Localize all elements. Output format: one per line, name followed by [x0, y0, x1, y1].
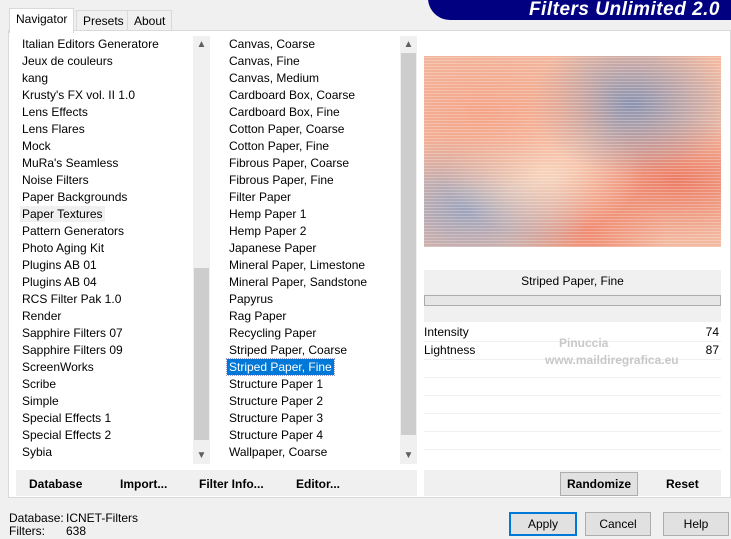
list-item[interactable]: Render [20, 308, 63, 324]
watermark: Pinuccia www.maildiregrafica.eu [545, 336, 679, 367]
list-item[interactable]: Hemp Paper 1 [227, 206, 308, 222]
list-item[interactable]: Lens Flares [20, 121, 87, 137]
help-button[interactable]: Help [663, 512, 729, 536]
filter-scrollbar[interactable]: ▲ ▼ [400, 36, 417, 464]
list-item[interactable]: Cotton Paper, Fine [227, 138, 331, 154]
list-item[interactable]: ScreenWorks [20, 359, 96, 375]
list-item[interactable]: Papyrus [227, 291, 275, 307]
list-item[interactable]: Structure Paper 1 [227, 376, 325, 392]
preview-image [424, 56, 721, 247]
list-item[interactable]: Canvas, Fine [227, 53, 302, 69]
database-value: ICNET-Filters [66, 511, 138, 525]
params-toolbar: Randomize Reset [424, 470, 721, 496]
status-info: Database: ICNET-Filters Filters: 638 [9, 512, 138, 538]
list-item[interactable]: Japanese Paper [227, 240, 318, 256]
list-item[interactable]: MuRa's Seamless [20, 155, 120, 171]
list-item[interactable]: Special Effects 1 [20, 410, 113, 426]
list-item[interactable]: Paper Textures [20, 206, 105, 222]
database-button[interactable]: Database [29, 477, 82, 491]
tab-presets[interactable]: Presets [76, 10, 131, 31]
list-item[interactable]: Pattern Generators [20, 223, 126, 239]
scrollbar-thumb[interactable] [194, 268, 209, 440]
nav-toolbar: Database Import... Filter Info... Editor… [16, 470, 417, 496]
list-item[interactable]: Simple [20, 393, 61, 409]
list-item[interactable]: Jeux de couleurs [20, 53, 115, 69]
list-item[interactable]: Photo Aging Kit [20, 240, 106, 256]
category-scrollbar[interactable]: ▲ ▼ [193, 36, 210, 464]
list-item[interactable]: Structure Paper 3 [227, 410, 325, 426]
scrollbar-thumb[interactable] [401, 53, 416, 435]
filters-count: 638 [66, 524, 87, 538]
param-value: 87 [705, 343, 719, 357]
list-item[interactable]: Sapphire Filters 09 [20, 342, 125, 358]
list-item[interactable]: Paper Backgrounds [20, 189, 129, 205]
list-item[interactable]: Special Effects 2 [20, 427, 113, 443]
list-item[interactable]: Structure Paper 4 [227, 427, 325, 443]
list-item[interactable]: Sybia [20, 444, 54, 460]
list-item[interactable]: Striped Paper, Coarse [227, 342, 349, 358]
list-item[interactable]: Cardboard Box, Fine [227, 104, 342, 120]
list-item[interactable]: Wallpaper, Coarse [227, 444, 329, 460]
list-item[interactable]: Lens Effects [20, 104, 90, 120]
param-label: Intensity [424, 325, 469, 339]
filter-info-area: Striped Paper, Fine [424, 270, 721, 322]
list-item[interactable]: RCS Filter Pak 1.0 [20, 291, 123, 307]
apply-button[interactable]: Apply [509, 512, 577, 536]
list-item[interactable]: Plugins AB 04 [20, 274, 99, 290]
category-list[interactable]: Italian Editors Generatore Jeux de couleu… [16, 36, 193, 464]
list-item[interactable]: Striped Paper, Fine [226, 358, 335, 376]
editor-button[interactable]: Editor... [296, 477, 340, 491]
list-item[interactable]: Canvas, Medium [227, 70, 321, 86]
list-item[interactable]: Filter Paper [227, 189, 293, 205]
list-item[interactable]: Recycling Paper [227, 325, 318, 341]
list-item[interactable]: Noise Filters [20, 172, 91, 188]
list-item[interactable]: Krusty's FX vol. II 1.0 [20, 87, 137, 103]
list-item[interactable]: Cardboard Box, Coarse [227, 87, 357, 103]
reset-button[interactable]: Reset [666, 477, 699, 491]
list-item[interactable]: Sapphire Filters 07 [20, 325, 125, 341]
list-item[interactable]: kang [20, 70, 50, 86]
scroll-up-icon[interactable]: ▲ [193, 36, 210, 53]
list-item[interactable]: Hemp Paper 2 [227, 223, 308, 239]
list-item[interactable]: Fibrous Paper, Fine [227, 172, 336, 188]
list-item[interactable]: Mineral Paper, Limestone [227, 257, 367, 273]
import-button[interactable]: Import... [120, 477, 167, 491]
scroll-up-icon[interactable]: ▲ [400, 36, 417, 53]
randomize-button[interactable]: Randomize [560, 472, 638, 496]
scroll-down-icon[interactable]: ▼ [193, 447, 210, 464]
preview-filter-name: Striped Paper, Fine [521, 274, 624, 288]
list-item[interactable]: Italian Editors Generatore [20, 36, 161, 52]
list-item[interactable]: Cotton Paper, Coarse [227, 121, 346, 137]
list-item[interactable]: Mineral Paper, Sandstone [227, 274, 369, 290]
list-item[interactable]: Rag Paper [227, 308, 288, 324]
cancel-button[interactable]: Cancel [585, 512, 651, 536]
filter-info-button[interactable]: Filter Info... [199, 477, 264, 491]
list-item[interactable]: Mock [20, 138, 53, 154]
list-item[interactable]: Fibrous Paper, Coarse [227, 155, 351, 171]
list-item[interactable]: Plugins AB 01 [20, 257, 99, 273]
app-title: Filters Unlimited 2.0 [528, 0, 720, 20]
filters-label: Filters: [9, 524, 45, 538]
list-item[interactable]: Scribe [20, 376, 58, 392]
progress-bar [424, 295, 721, 306]
app-banner: Filters Unlimited 2.0 [428, 0, 731, 20]
tab-navigator[interactable]: Navigator [9, 8, 75, 33]
param-label: Lightness [424, 343, 476, 357]
filter-list[interactable]: Canvas, Coarse Canvas, Fine Canvas, Medium… [223, 36, 400, 464]
tab-about[interactable]: About [127, 10, 173, 31]
list-item[interactable]: Canvas, Coarse [227, 36, 317, 52]
list-item[interactable]: Structure Paper 2 [227, 393, 325, 409]
scroll-down-icon[interactable]: ▼ [400, 447, 417, 464]
param-value: 74 [705, 325, 719, 339]
